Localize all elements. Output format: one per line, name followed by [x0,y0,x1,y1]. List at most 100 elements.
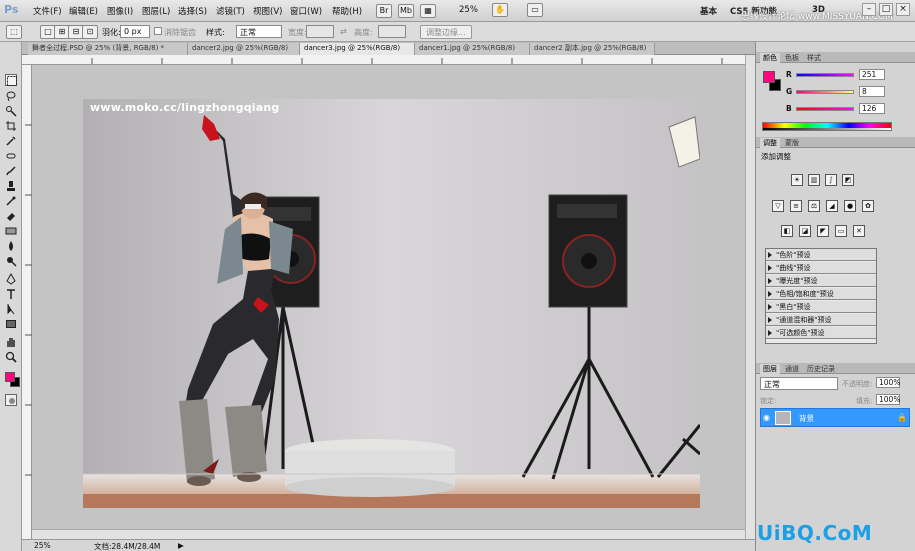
style-select[interactable]: 正常 [236,25,282,38]
tab-styles[interactable]: 样式 [804,53,824,63]
tab-swatches[interactable]: 色板 [782,53,802,63]
b-slider[interactable] [796,107,854,111]
hand-tool-icon[interactable]: ✋ [492,3,508,17]
tab-dancer2-copy[interactable]: dancer2 副本.jpg @ 25%(RGB/8) [530,43,655,55]
gradient-tool-icon[interactable] [5,225,17,237]
menu-view[interactable]: 视图(V) [253,5,282,17]
layer-row-background[interactable]: ◉ 背景 🔒 [760,408,910,427]
tab-dancer2[interactable]: dancer2.jpg @ 25%(RGB/8) [188,43,300,55]
gradient-map-icon[interactable]: ▭ [835,225,847,237]
dodge-tool-icon[interactable] [5,255,17,267]
color-balance-icon[interactable]: ⚖ [808,200,820,212]
tab-channels[interactable]: 通道 [782,364,802,374]
lasso-tool-icon[interactable] [5,90,17,102]
tab-document-psd[interactable]: 舞者全过程.PSD @ 25% (背景, RGB/8) * [28,43,188,55]
preset-selective-color[interactable]: "可选颜色"预设 [766,327,876,339]
threshold-icon[interactable]: ◤ [817,225,829,237]
vibrance-icon[interactable]: ▽ [772,200,784,212]
rectangle-tool-icon[interactable] [5,318,17,330]
eraser-tool-icon[interactable] [5,210,17,222]
menu-select[interactable]: 选择(S) [178,5,207,17]
menu-layer[interactable]: 图层(L) [142,5,170,17]
preset-channel-mixer[interactable]: "通道混和器"预设 [766,314,876,326]
swap-icon[interactable]: ⇄ [340,27,347,36]
document-image[interactable] [83,99,700,508]
workspace-basic[interactable]: 基本 [700,5,717,17]
color-spectrum-bar[interactable] [762,122,892,131]
maximize-button[interactable]: □ [879,3,893,16]
black-white-icon[interactable]: ◢ [826,200,838,212]
b-value-input[interactable]: 126 [859,103,885,114]
preset-exposure[interactable]: "曝光度"预设 [766,275,876,287]
channel-mixer-icon[interactable]: ✿ [862,200,874,212]
photo-filter-icon[interactable]: ● [844,200,856,212]
zoom-level-menu[interactable]: 25% [459,5,478,15]
tab-history[interactable]: 历史记录 [804,364,838,374]
curves-icon[interactable]: ∫ [825,174,837,186]
bridge-icon[interactable]: Br [376,4,392,18]
menu-window[interactable]: 窗口(W) [290,5,322,17]
eyedropper-tool-icon[interactable] [5,135,17,147]
menu-filter[interactable]: 滤镜(T) [216,5,245,17]
fill-input[interactable]: 100% [876,394,900,405]
r-value-input[interactable]: 251 [859,69,885,80]
healing-brush-tool-icon[interactable] [5,150,17,162]
brush-tool-icon[interactable] [5,165,17,177]
zoom-tool-icon[interactable] [5,351,17,363]
menu-help[interactable]: 帮助(H) [332,5,362,17]
feather-input[interactable]: 0 px [120,25,150,38]
status-zoom[interactable]: 25% [34,541,51,550]
g-value-input[interactable]: 8 [859,86,885,97]
marquee-tool-icon[interactable] [5,74,17,86]
preset-curves[interactable]: "曲线"预设 [766,262,876,274]
r-slider[interactable] [796,73,854,77]
tab-dancer1[interactable]: dancer1.jpg @ 25%(RGB/8) [415,43,530,55]
horizontal-scrollbar[interactable] [32,529,745,539]
quick-select-tool-icon[interactable] [5,105,17,117]
menu-image[interactable]: 图像(I) [107,5,133,17]
visibility-eye-icon[interactable]: ◉ [763,413,770,422]
status-arrow-icon[interactable]: ▶ [178,541,184,550]
type-tool-icon[interactable] [5,288,17,300]
opacity-input[interactable]: 100% [876,377,900,388]
panel-foreground-swatch[interactable] [763,71,775,83]
history-brush-tool-icon[interactable] [5,195,17,207]
minimize-button[interactable]: – [862,3,876,16]
tab-layers[interactable]: 图层 [760,364,780,374]
view-extras-icon[interactable]: ▦ [420,4,436,18]
exposure-icon[interactable]: ◩ [842,174,854,186]
vertical-scrollbar[interactable] [745,55,755,539]
hand-tool-icon[interactable] [5,336,17,348]
tab-dancer3[interactable]: dancer3.jpg @ 25%(RGB/8) [300,43,415,55]
minibridge-icon[interactable]: Mb [398,4,414,18]
menu-edit[interactable]: 编辑(E) [69,5,98,17]
blur-tool-icon[interactable] [5,240,17,252]
tab-adjustments[interactable]: 调整 [760,138,780,148]
menu-file[interactable]: 文件(F) [33,5,62,17]
tool-preset-icon[interactable]: ⬚ [6,25,22,39]
pen-tool-icon[interactable] [5,272,17,285]
screen-mode-icon[interactable]: ▭ [527,3,543,17]
layer-name[interactable]: 背景 [799,413,814,424]
refine-edge-button[interactable]: 调整边缘... [420,25,472,39]
hue-saturation-icon[interactable]: ≡ [790,200,802,212]
crop-tool-icon[interactable] [5,120,17,132]
close-button[interactable]: × [896,3,910,16]
quick-mask-icon[interactable] [5,394,17,406]
path-selection-tool-icon[interactable] [5,303,17,315]
posterize-icon[interactable]: ◪ [799,225,811,237]
selective-color-icon[interactable]: ✕ [853,225,865,237]
brightness-contrast-icon[interactable]: ☀ [791,174,803,186]
height-input[interactable] [378,25,406,38]
tab-color[interactable]: 颜色 [760,53,780,63]
preset-black-white[interactable]: "黑白"预设 [766,301,876,313]
clone-stamp-tool-icon[interactable] [5,180,17,192]
preset-hue-saturation[interactable]: "色相/饱和度"预设 [766,288,876,300]
g-slider[interactable] [796,90,854,94]
foreground-color-swatch[interactable] [5,372,15,382]
intersect-selection-icon[interactable]: ⊡ [82,25,98,39]
antialias-checkbox[interactable] [154,27,162,35]
levels-icon[interactable]: ▥ [808,174,820,186]
tab-masks[interactable]: 蒙版 [782,138,802,148]
blend-mode-select[interactable]: 正常 [760,377,838,390]
